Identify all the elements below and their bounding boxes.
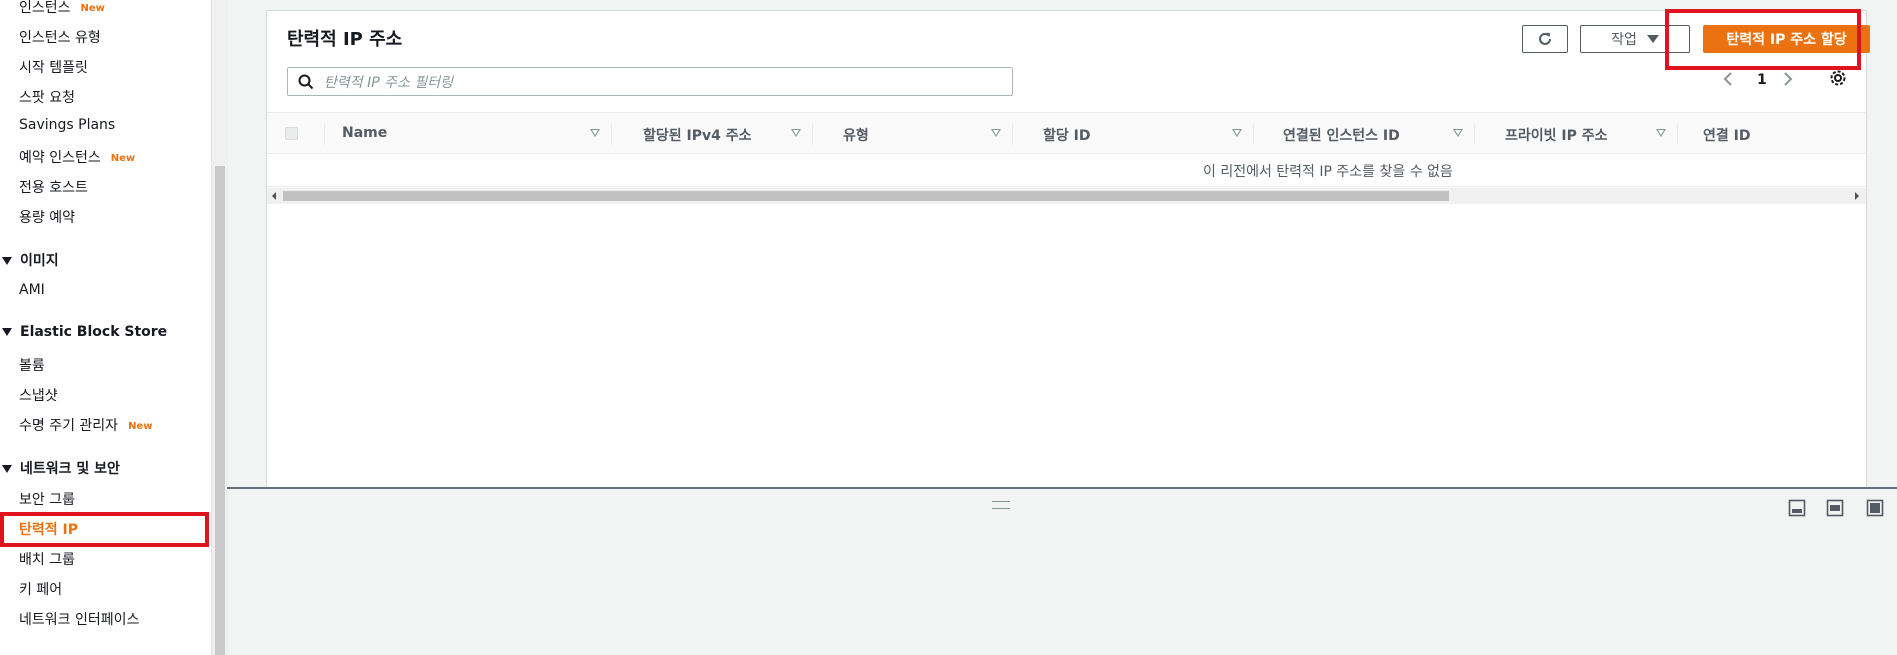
new-badge: New	[80, 2, 105, 14]
sidebar-nav: 인스턴스 New 인스턴스 유형 시작 템플릿 스팟 요청 Savings Pla…	[0, 0, 211, 655]
sidebar-item-instances[interactable]: 인스턴스 New	[19, 0, 105, 17]
sort-icon[interactable]	[590, 129, 600, 137]
column-header-allocation-id[interactable]: 할당 ID	[1043, 125, 1090, 145]
sidebar-section-images[interactable]: 이미지	[0, 250, 59, 270]
sort-icon[interactable]	[991, 129, 1001, 137]
sidebar-item-network-interfaces[interactable]: 네트워크 인터페이스	[19, 609, 139, 629]
sidebar-item-label: 스팟 요청	[19, 90, 75, 106]
sidebar-item-label: 예약 인스턴스	[19, 150, 101, 166]
table-empty-row: 이 리전에서 탄력적 IP 주소를 찾을 수 없음	[267, 154, 1866, 187]
caret-down-icon	[2, 328, 12, 336]
scrollbar-thumb[interactable]	[283, 191, 1449, 201]
refresh-icon	[1539, 32, 1551, 45]
annotation-highlight-box	[1665, 9, 1861, 70]
sidebar-item-label: 스냅샷	[19, 388, 58, 404]
sidebar-item-placement-groups[interactable]: 배치 그룹	[19, 549, 75, 569]
sidebar-item-key-pairs[interactable]: 키 페어	[19, 579, 62, 599]
pagination-next-button[interactable]	[1782, 71, 1794, 92]
sort-icon[interactable]	[791, 129, 801, 137]
table-header: Name 할당된 IPv4 주소 유형 할당 ID 연결된 인스턴스 ID 프라…	[267, 112, 1866, 154]
sidebar-item-capacity-reservations[interactable]: 용량 예약	[19, 207, 75, 227]
elastic-ip-panel: 탄력적 IP 주소 작업 탄력적 IP 주소 할당 1 Name	[266, 10, 1870, 488]
sort-icon[interactable]	[1656, 129, 1666, 137]
sidebar-item-savings-plans[interactable]: Savings Plans	[19, 117, 115, 133]
chevron-right-icon	[1784, 72, 1793, 86]
panel-side-icon[interactable]	[1826, 499, 1844, 517]
column-separator[interactable]	[611, 123, 612, 145]
sidebar-scrollbar[interactable]	[211, 0, 228, 655]
sidebar-item-spot-requests[interactable]: 스팟 요청	[19, 87, 75, 107]
sidebar-item-security-groups[interactable]: 보안 그룹	[19, 489, 75, 509]
scroll-left-icon[interactable]	[272, 192, 276, 200]
sidebar-item-launch-templates[interactable]: 시작 템플릿	[19, 57, 88, 77]
sidebar-item-label: 인스턴스 유형	[19, 30, 101, 46]
sidebar-item-label: 인스턴스	[19, 0, 71, 16]
sidebar-item-label: 용량 예약	[19, 210, 75, 226]
column-header-name[interactable]: Name	[342, 125, 387, 141]
split-drag-handle[interactable]	[992, 501, 1010, 509]
scroll-right-icon[interactable]	[1855, 192, 1859, 200]
search-input[interactable]	[322, 68, 1006, 97]
sidebar-item-label: 네트워크 인터페이스	[19, 612, 140, 628]
pagination-current-page[interactable]: 1	[1757, 72, 1767, 88]
column-header-instance-id[interactable]: 연결된 인스턴스 ID	[1283, 125, 1400, 145]
search-icon	[298, 74, 314, 90]
select-all-checkbox[interactable]	[285, 127, 298, 140]
gear-icon	[1830, 70, 1846, 86]
column-separator[interactable]	[812, 123, 813, 145]
column-separator[interactable]	[1012, 123, 1013, 145]
sidebar-item-label: 볼륨	[19, 358, 45, 374]
section-title: Elastic Block Store	[20, 324, 168, 340]
caret-down-icon	[2, 465, 12, 473]
new-badge: New	[110, 152, 136, 164]
sidebar-item-label: AMI	[19, 282, 45, 298]
section-title: 이미지	[20, 253, 59, 269]
column-header-private-ip[interactable]: 프라이빗 IP 주소	[1505, 125, 1608, 145]
sidebar-item-ami[interactable]: AMI	[19, 282, 45, 298]
column-separator[interactable]	[1677, 123, 1678, 145]
sidebar-item-instance-types[interactable]: 인스턴스 유형	[19, 27, 101, 47]
horizontal-scrollbar[interactable]	[267, 188, 1866, 204]
new-badge: New	[128, 420, 153, 432]
column-header-type[interactable]: 유형	[843, 125, 869, 145]
actions-label: 작업	[1611, 32, 1637, 48]
column-separator	[324, 123, 325, 145]
panel-full-icon[interactable]	[1866, 499, 1884, 517]
scrollbar-thumb[interactable]	[215, 166, 225, 655]
column-header-association-id[interactable]: 연결 ID	[1703, 125, 1750, 145]
table-preferences-button[interactable]	[1829, 69, 1847, 91]
sidebar-item-lifecycle-manager[interactable]: 수명 주기 관리자 New	[19, 415, 152, 435]
caret-down-icon	[2, 257, 12, 265]
sort-icon[interactable]	[1232, 129, 1242, 137]
split-panel-divider[interactable]	[227, 487, 1897, 489]
sidebar-item-dedicated-hosts[interactable]: 전용 호스트	[19, 177, 88, 197]
panel-bottom-icon[interactable]	[1788, 499, 1806, 517]
empty-state-message: 이 리전에서 탄력적 IP 주소를 찾을 수 없음	[1203, 164, 1453, 180]
section-title: 네트워크 및 보안	[20, 461, 120, 477]
sidebar-item-volumes[interactable]: 볼륨	[19, 355, 45, 375]
column-header-ipv4[interactable]: 할당된 IPv4 주소	[643, 125, 752, 145]
sidebar-item-reserved-instances[interactable]: 예약 인스턴스 New	[19, 147, 135, 167]
column-separator[interactable]	[1253, 123, 1254, 145]
sidebar-item-label: Savings Plans	[19, 117, 116, 133]
annotation-highlight-box	[0, 512, 209, 547]
sidebar-item-label: 배치 그룹	[19, 552, 75, 568]
pagination-prev-button[interactable]	[1722, 71, 1734, 92]
caret-down-icon	[1646, 35, 1659, 43]
sidebar-item-label: 전용 호스트	[19, 180, 88, 196]
chevron-left-icon	[1723, 72, 1732, 86]
page-title: 탄력적 IP 주소	[287, 29, 403, 50]
sidebar-item-snapshots[interactable]: 스냅샷	[19, 385, 58, 405]
sort-icon[interactable]	[1453, 129, 1463, 137]
sidebar-item-label: 수명 주기 관리자	[19, 418, 119, 434]
sidebar-section-network[interactable]: 네트워크 및 보안	[0, 458, 120, 478]
search-field[interactable]	[287, 67, 1013, 97]
column-separator[interactable]	[1474, 123, 1475, 145]
sidebar-item-label: 키 페어	[19, 582, 63, 598]
refresh-button[interactable]	[1522, 25, 1568, 53]
sidebar-item-label: 보안 그룹	[19, 492, 75, 508]
sidebar-item-label: 시작 템플릿	[19, 60, 88, 76]
sidebar-section-ebs[interactable]: Elastic Block Store	[0, 324, 167, 340]
